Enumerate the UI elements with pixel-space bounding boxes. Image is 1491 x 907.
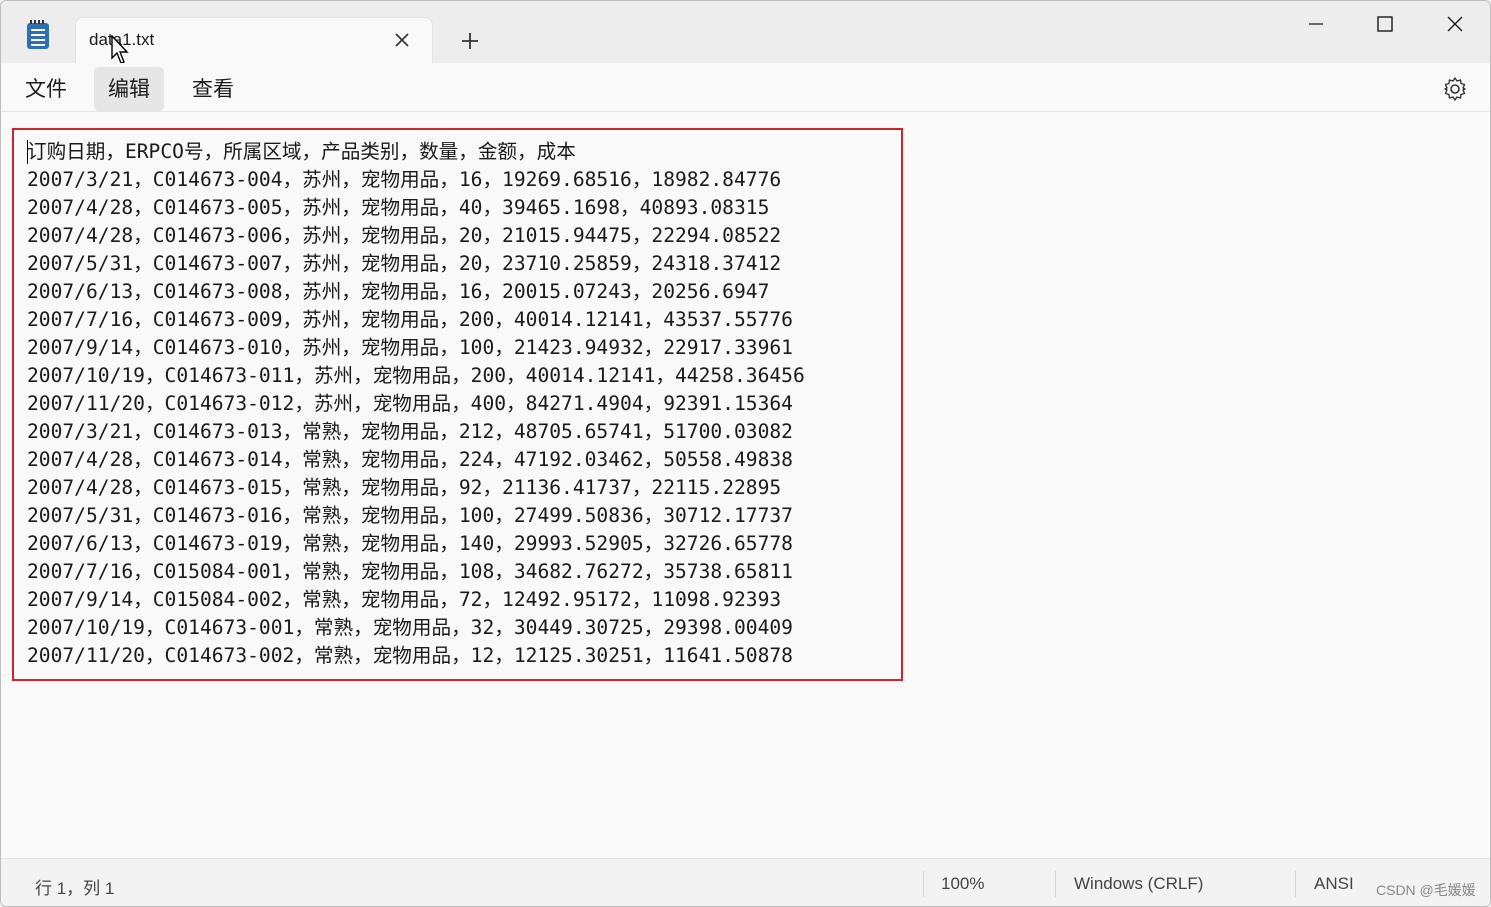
text-line: 订购日期，ERPCO号，所属区域，产品类别，数量，金额，成本 [27,140,576,163]
minimize-icon [1309,23,1323,25]
new-tab-button[interactable] [456,27,484,55]
text-line: 2007/10/19，C014673-011，苏州，宠物用品，200，40014… [27,364,805,387]
notepad-app-icon [27,20,49,49]
plus-icon [462,33,478,49]
text-line: 2007/10/19，C014673-001，常熟，宠物用品，32，30449.… [27,616,793,639]
zoom-level[interactable]: 100% [941,874,984,894]
menu-view[interactable]: 查看 [178,67,248,111]
text-line: 2007/9/14，C015084-002，常熟，宠物用品，72，12492.9… [27,588,782,611]
text-line: 2007/11/20，C014673-002，常熟，宠物用品，12，12125.… [27,644,793,667]
text-line: 2007/5/31，C014673-007，苏州，宠物用品，20，23710.2… [27,252,782,275]
maximize-button[interactable] [1350,1,1420,47]
notepad-window: data1.txt 文件 编辑 查看 订购日期，ERPCO号，所属区域，产品类别… [0,0,1491,907]
text-editor[interactable]: 订购日期，ERPCO号，所属区域，产品类别，数量，金额，成本 2007/3/21，… [1,112,1478,858]
status-divider [1055,871,1056,897]
text-line: 2007/3/21，C014673-004，苏州，宠物用品，16，19269.6… [27,168,782,191]
text-line: 2007/4/28，C014673-005，苏州，宠物用品，40，39465.1… [27,196,770,219]
maximize-icon [1377,16,1393,32]
text-line: 2007/9/14，C014673-010，苏州，宠物用品，100，21423.… [27,336,793,359]
text-line: 2007/3/21，C014673-013，常熟，宠物用品，212，48705.… [27,420,793,443]
text-line: 2007/7/16，C014673-009，苏州，宠物用品，200，40014.… [27,308,793,331]
close-window-button[interactable] [1420,1,1490,47]
text-line: 2007/4/28，C014673-014，常熟，宠物用品，224，47192.… [27,448,793,471]
cursor-position: 行 1，列 1 [35,879,115,898]
menu-file[interactable]: 文件 [11,67,81,111]
encoding[interactable]: ANSI [1314,874,1354,894]
status-bar: 行 1，列 1 100% Windows (CRLF) ANSI [1,858,1490,906]
watermark: CSDN @毛媛媛 [1376,882,1476,898]
vertical-scrollbar[interactable] [1478,112,1490,858]
status-divider [923,871,924,897]
text-line: 2007/4/28，C014673-015，常熟，宠物用品，92，21136.4… [27,476,782,499]
text-line: 2007/6/13，C014673-019，常熟，宠物用品，140，29993.… [27,532,793,555]
text-line: 2007/5/31，C014673-016，常熟，宠物用品，100，27499.… [27,504,793,527]
title-bar: data1.txt [1,1,1490,64]
text-line: 2007/6/13，C014673-008，苏州，宠物用品，16，20015.0… [27,280,770,303]
minimize-button[interactable] [1281,1,1351,47]
mouse-pointer-icon [111,35,129,64]
text-line: 2007/7/16，C015084-001，常熟，宠物用品，108，34682.… [27,560,793,583]
text-line: 2007/4/28，C014673-006，苏州，宠物用品，20，21015.9… [27,224,782,247]
text-line: 2007/11/20，C014673-012，苏州，宠物用品，400，84271… [27,392,793,415]
editor-text[interactable]: 订购日期，ERPCO号，所属区域，产品类别，数量，金额，成本 2007/3/21，… [27,138,805,670]
menu-bar: 文件 编辑 查看 [1,63,1490,112]
status-divider [1295,871,1296,897]
close-icon[interactable] [390,28,414,52]
menu-edit[interactable]: 编辑 [94,67,164,111]
gear-icon[interactable] [1441,75,1469,103]
close-icon [1447,16,1463,32]
line-ending[interactable]: Windows (CRLF) [1074,874,1203,894]
